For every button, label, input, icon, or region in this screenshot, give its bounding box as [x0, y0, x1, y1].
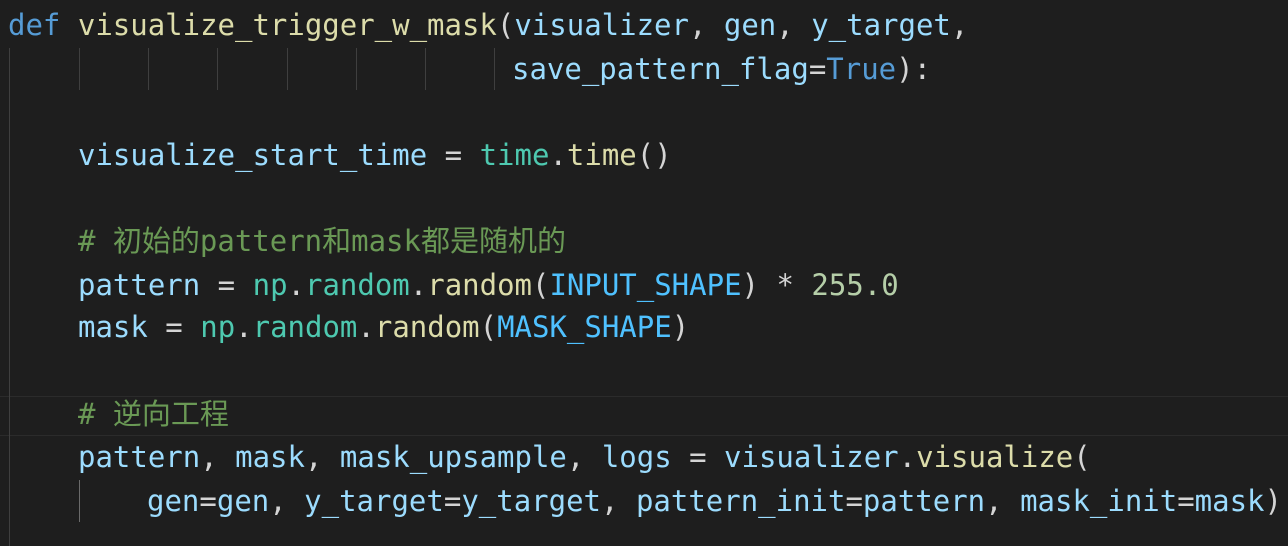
equals: = [443, 484, 462, 518]
var-logs: logs [601, 440, 672, 474]
code-line-3[interactable]: visualize_start_time = time.time() [78, 134, 672, 177]
open-paren: ( [479, 310, 498, 344]
param-save-pattern-flag: save_pattern_flag [512, 52, 809, 86]
dot: . [235, 310, 253, 344]
close-paren: ) [671, 310, 690, 344]
comma: , [269, 484, 305, 518]
indent-guide [9, 48, 10, 546]
open-paren: ( [496, 8, 515, 42]
indent-guide-active [79, 480, 80, 522]
module-time: time [479, 138, 550, 172]
var-pattern: pattern [78, 268, 201, 302]
param-gen: gen [723, 8, 777, 42]
comma: , [601, 484, 636, 518]
comma: , [776, 8, 812, 42]
dot: . [357, 310, 375, 344]
code-line-4-comment[interactable]: # 初始的pattern和mask都是随机的 [78, 220, 566, 263]
function-name: visualize_trigger_w_mask [77, 8, 497, 42]
assign-op: = [671, 440, 725, 474]
call-time: time [566, 138, 637, 172]
call-visualize: visualize [916, 440, 1074, 474]
module-random: random [252, 310, 358, 344]
value-gen: gen [216, 484, 270, 518]
comma: , [304, 440, 340, 474]
module-np: np [252, 268, 288, 302]
number-literal: 255.0 [811, 268, 899, 302]
const-mask-shape: MASK_SHAPE [497, 310, 672, 344]
alignment-guide [356, 48, 357, 90]
equals: = [845, 484, 863, 518]
assign-op: = [147, 310, 201, 344]
assign-op: = [427, 138, 480, 172]
module-random: random [305, 268, 410, 302]
kwarg-mask-init: mask_init [1020, 484, 1178, 518]
close-paren-colon: ): [896, 52, 932, 86]
code-line-2[interactable]: save_pattern_flag=True): [512, 48, 931, 91]
close-paren: ) [741, 268, 759, 302]
kwarg-gen: gen [147, 484, 200, 518]
code-line-1[interactable]: def visualize_trigger_w_mask(visualizer,… [8, 4, 968, 47]
kwarg-pattern-init: pattern_init [635, 484, 846, 518]
value-pattern: pattern [862, 484, 986, 518]
code-line-5[interactable]: pattern = np.random.random(INPUT_SHAPE) … [78, 264, 899, 307]
close-paren: ) [1264, 484, 1282, 518]
var-mask-upsample: mask_upsample [339, 440, 567, 474]
code-line-8[interactable]: pattern, mask, mask_upsample, logs = vis… [78, 436, 1091, 479]
comma: , [566, 440, 602, 474]
call-random: random [374, 310, 480, 344]
comma: , [985, 484, 1021, 518]
dot: . [549, 138, 567, 172]
equals: = [808, 52, 827, 86]
dot: . [287, 268, 305, 302]
dot: . [898, 440, 917, 474]
open-paren: ( [1073, 440, 1091, 474]
comma: , [950, 8, 969, 42]
dot: . [409, 268, 428, 302]
call-random: random [427, 268, 532, 302]
alignment-guide [425, 48, 426, 90]
module-np: np [200, 310, 236, 344]
comma: , [688, 8, 724, 42]
parens: () [636, 138, 672, 172]
code-line-6[interactable]: mask = np.random.random(MASK_SHAPE) [78, 306, 689, 349]
param-visualizer: visualizer [514, 8, 689, 42]
value-y-target: y_target [461, 484, 602, 518]
open-paren: ( [532, 268, 550, 302]
code-line-9[interactable]: gen=gen, y_target=y_target, pattern_init… [147, 480, 1282, 523]
var-mask: mask [78, 310, 148, 344]
code-line-7-comment[interactable]: # 逆向工程 [78, 393, 229, 436]
param-y-target: y_target [811, 8, 951, 42]
alignment-guide [287, 48, 288, 90]
equals: = [1177, 484, 1195, 518]
alignment-guide [79, 48, 80, 90]
obj-visualizer: visualizer [724, 440, 899, 474]
true-literal: True [826, 52, 897, 86]
kwarg-y-target: y_target [304, 484, 444, 518]
var-mask: mask [235, 440, 305, 474]
alignment-guide [217, 48, 218, 90]
var-visualize-start-time: visualize_start_time [78, 138, 428, 172]
code-editor[interactable]: def visualize_trigger_w_mask(visualizer,… [0, 0, 1288, 546]
keyword-def: def [8, 8, 61, 42]
alignment-guide [494, 48, 495, 90]
assign-op: = [200, 268, 253, 302]
value-mask: mask [1194, 484, 1265, 518]
var-pattern: pattern [78, 440, 201, 474]
const-input-shape: INPUT_SHAPE [549, 268, 742, 302]
alignment-guide [148, 48, 149, 90]
equals: = [199, 484, 217, 518]
comma: , [200, 440, 236, 474]
multiply-op: * [759, 268, 812, 302]
